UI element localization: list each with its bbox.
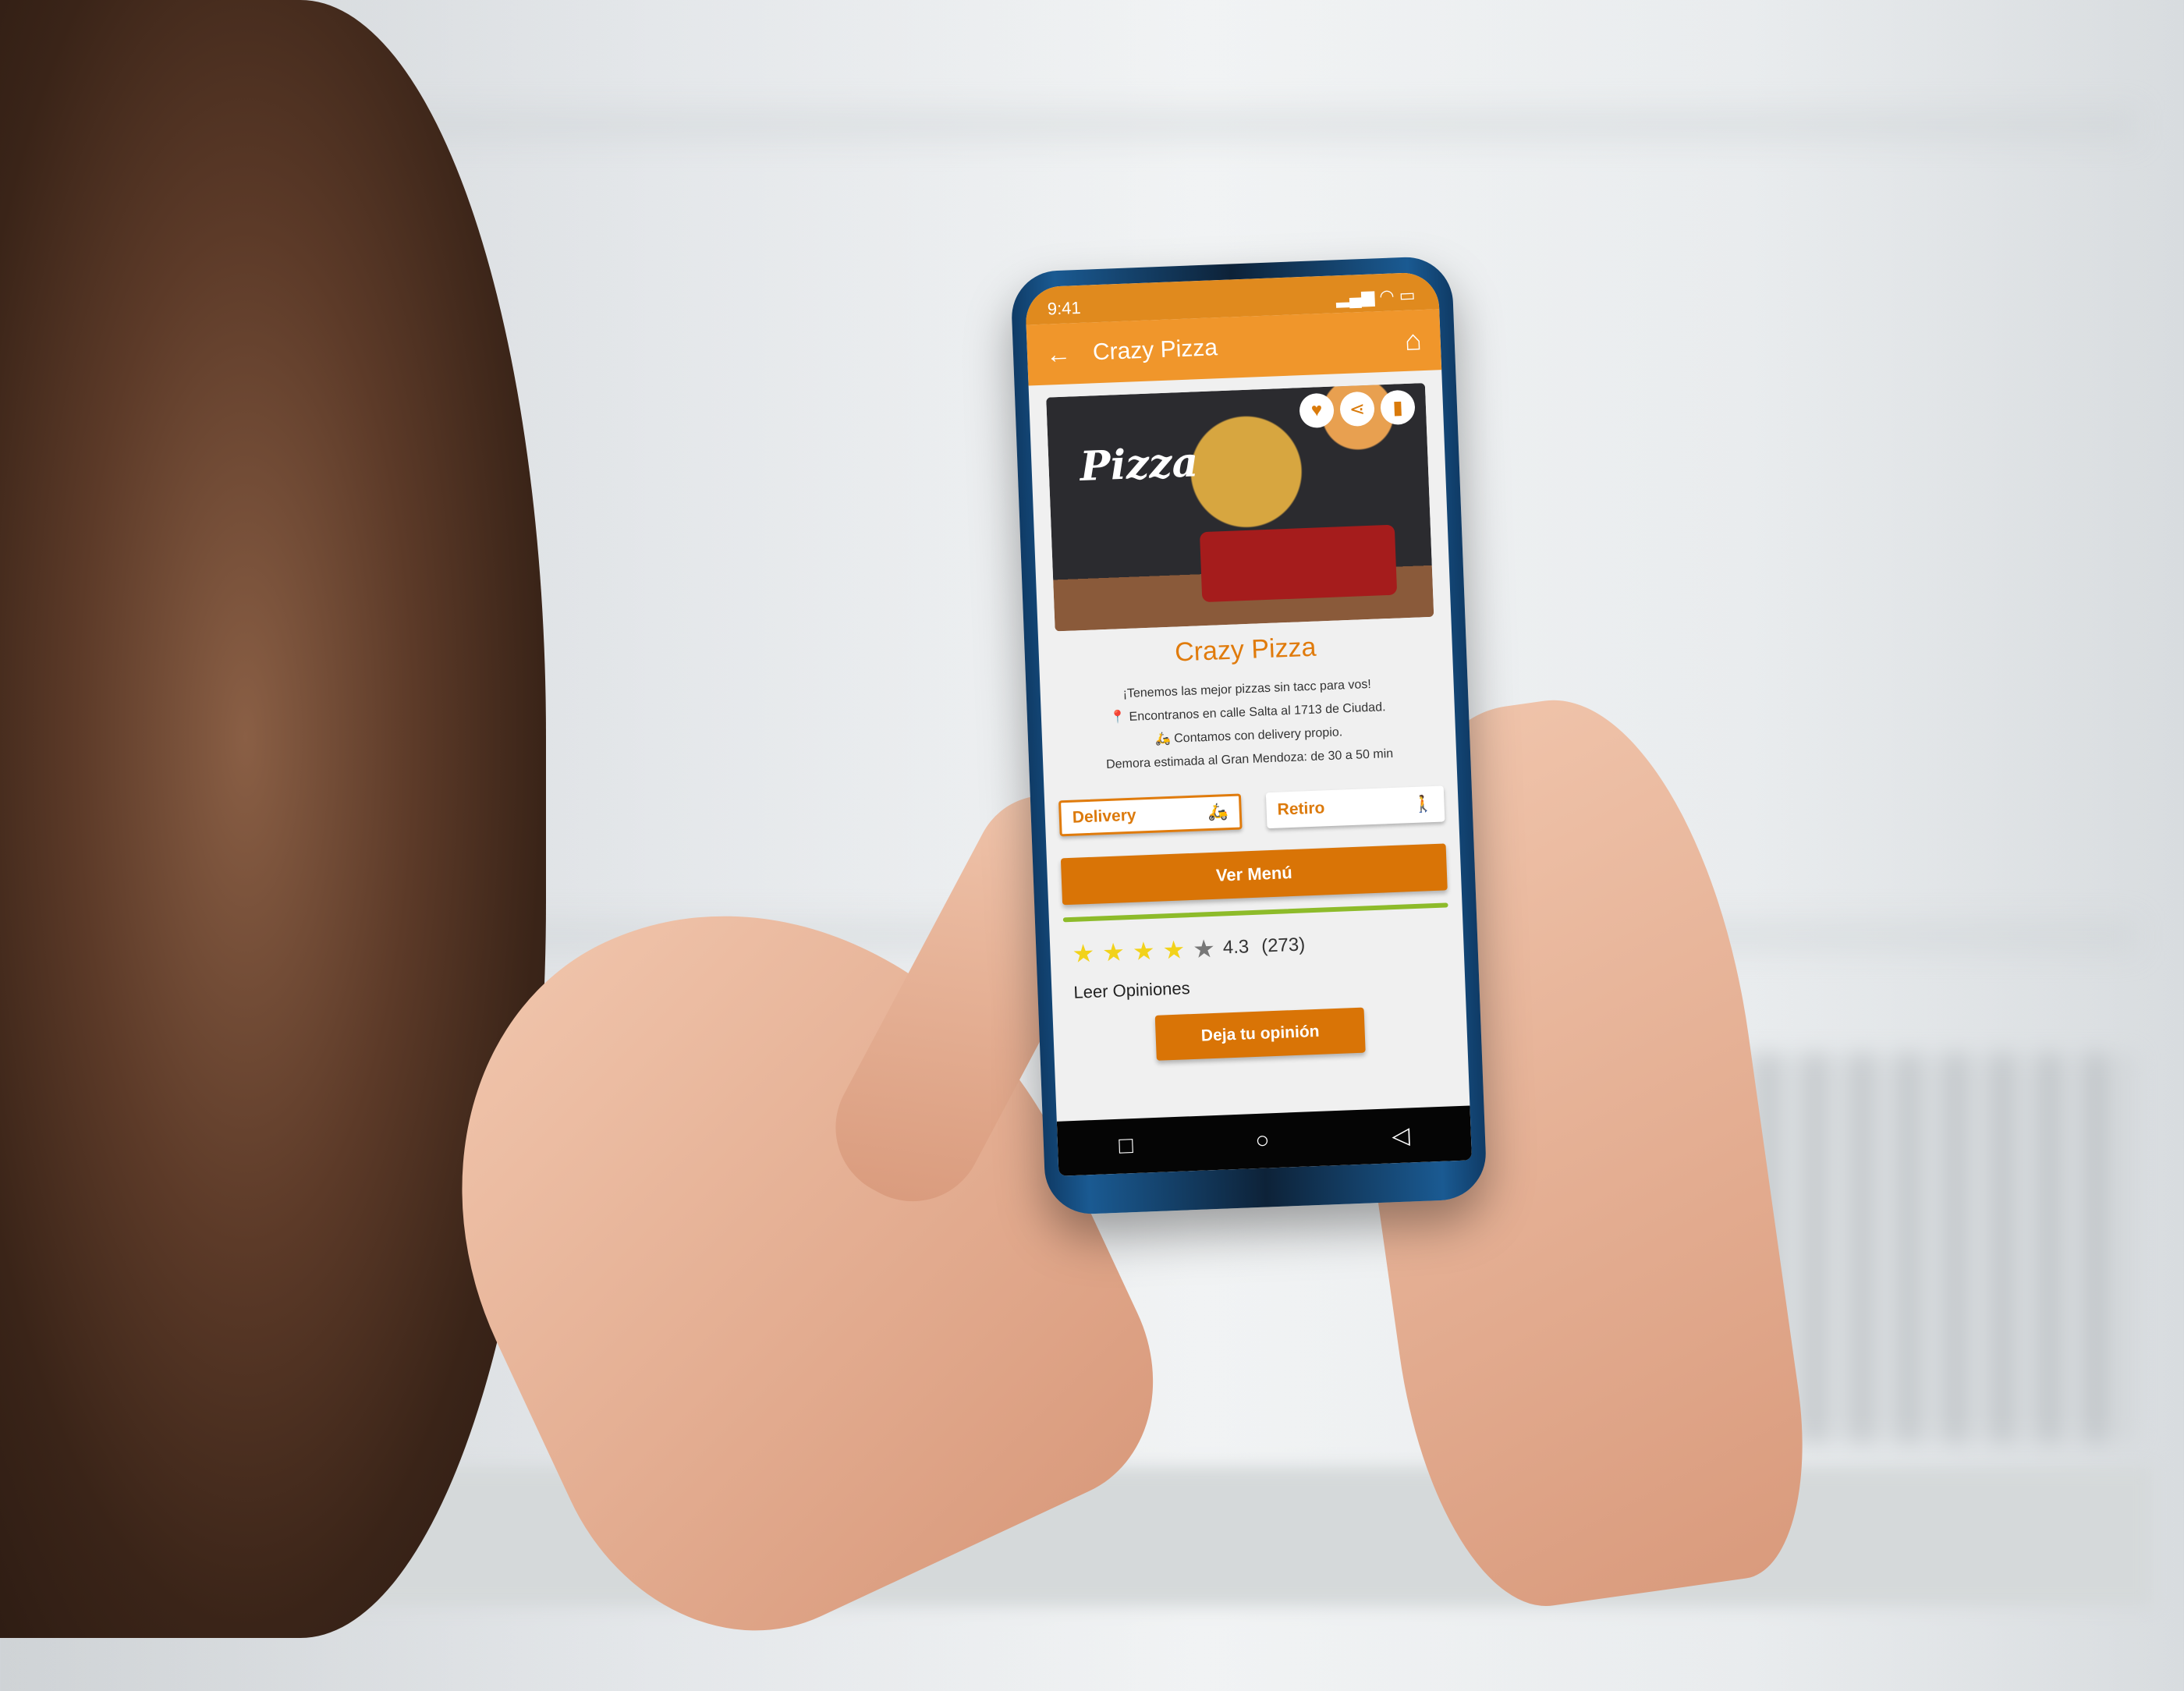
scooter-icon: 🛵 (1154, 732, 1172, 746)
delivery-label: Delivery (1072, 806, 1136, 827)
leave-review-button[interactable]: Deja tu opinión (1154, 1007, 1366, 1061)
view-menu-button[interactable]: Ver Menú (1060, 843, 1448, 906)
status-icons: ▂▄▆ ◠ ▭ (1335, 285, 1416, 308)
star-icon: ★ (1161, 935, 1186, 965)
restaurant-hero-image: Pizza ♥ ⋖ ▮ (1046, 382, 1434, 632)
scooter-icon: 🛵 (1207, 803, 1229, 822)
rating: ★ ★ ★ ★ ★ 4.3 (273) (1050, 924, 1464, 970)
delivery-option[interactable]: Delivery 🛵 (1058, 793, 1243, 837)
phone: 9:41 ▂▄▆ ◠ ▭ ← Crazy Pizza ⌂ Pizza ♥ ⋖ ▮… (1009, 255, 1488, 1216)
rating-count: (273) (1260, 934, 1306, 957)
read-reviews-link[interactable]: Leer Opiniones (1051, 968, 1466, 1004)
star-icon: ★ (1132, 936, 1156, 966)
star-empty-icon: ★ (1192, 934, 1216, 963)
back-arrow-icon[interactable]: ← (1045, 339, 1093, 369)
app-bar-title: Crazy Pizza (1092, 335, 1218, 366)
blurred-head (0, 0, 546, 1638)
heart-icon[interactable]: ♥ (1299, 392, 1335, 429)
divider (1062, 902, 1448, 923)
restaurant-description: ¡Tenemos las mejor pizzas sin tacc para … (1040, 670, 1456, 779)
back-triangle-icon[interactable]: ◁ (1392, 1122, 1410, 1150)
walking-person-icon: 🚶 (1412, 794, 1434, 814)
restaurant-name: Crazy Pizza (1174, 632, 1317, 668)
recents-icon[interactable]: □ (1119, 1133, 1133, 1160)
rating-score: 4.3 (1222, 936, 1250, 959)
hero-sofa (1199, 524, 1398, 603)
star-icon: ★ (1101, 938, 1126, 967)
delivery-note: Contamos con delivery propio. (1173, 725, 1343, 746)
home-circle-icon[interactable]: ○ (1255, 1127, 1270, 1154)
home-icon[interactable]: ⌂ (1404, 324, 1422, 357)
star-icon: ★ (1071, 938, 1095, 968)
phone-screen: 9:41 ▂▄▆ ◠ ▭ ← Crazy Pizza ⌂ Pizza ♥ ⋖ ▮… (1024, 271, 1473, 1176)
status-time: 9:41 (1047, 297, 1082, 319)
share-icon[interactable]: ⋖ (1339, 391, 1375, 427)
pickup-option[interactable]: Retiro 🚶 (1265, 785, 1445, 829)
location-pin-icon: 📍 (1109, 711, 1126, 725)
android-nav-bar: □ ○ ◁ (1056, 1105, 1473, 1176)
bookmark-icon[interactable]: ▮ (1380, 389, 1416, 426)
hero-image-text: Pizza (1079, 438, 1200, 491)
pickup-label: Retiro (1277, 799, 1325, 819)
address: Encontranos en calle Salta al 1713 de Ci… (1129, 700, 1386, 724)
